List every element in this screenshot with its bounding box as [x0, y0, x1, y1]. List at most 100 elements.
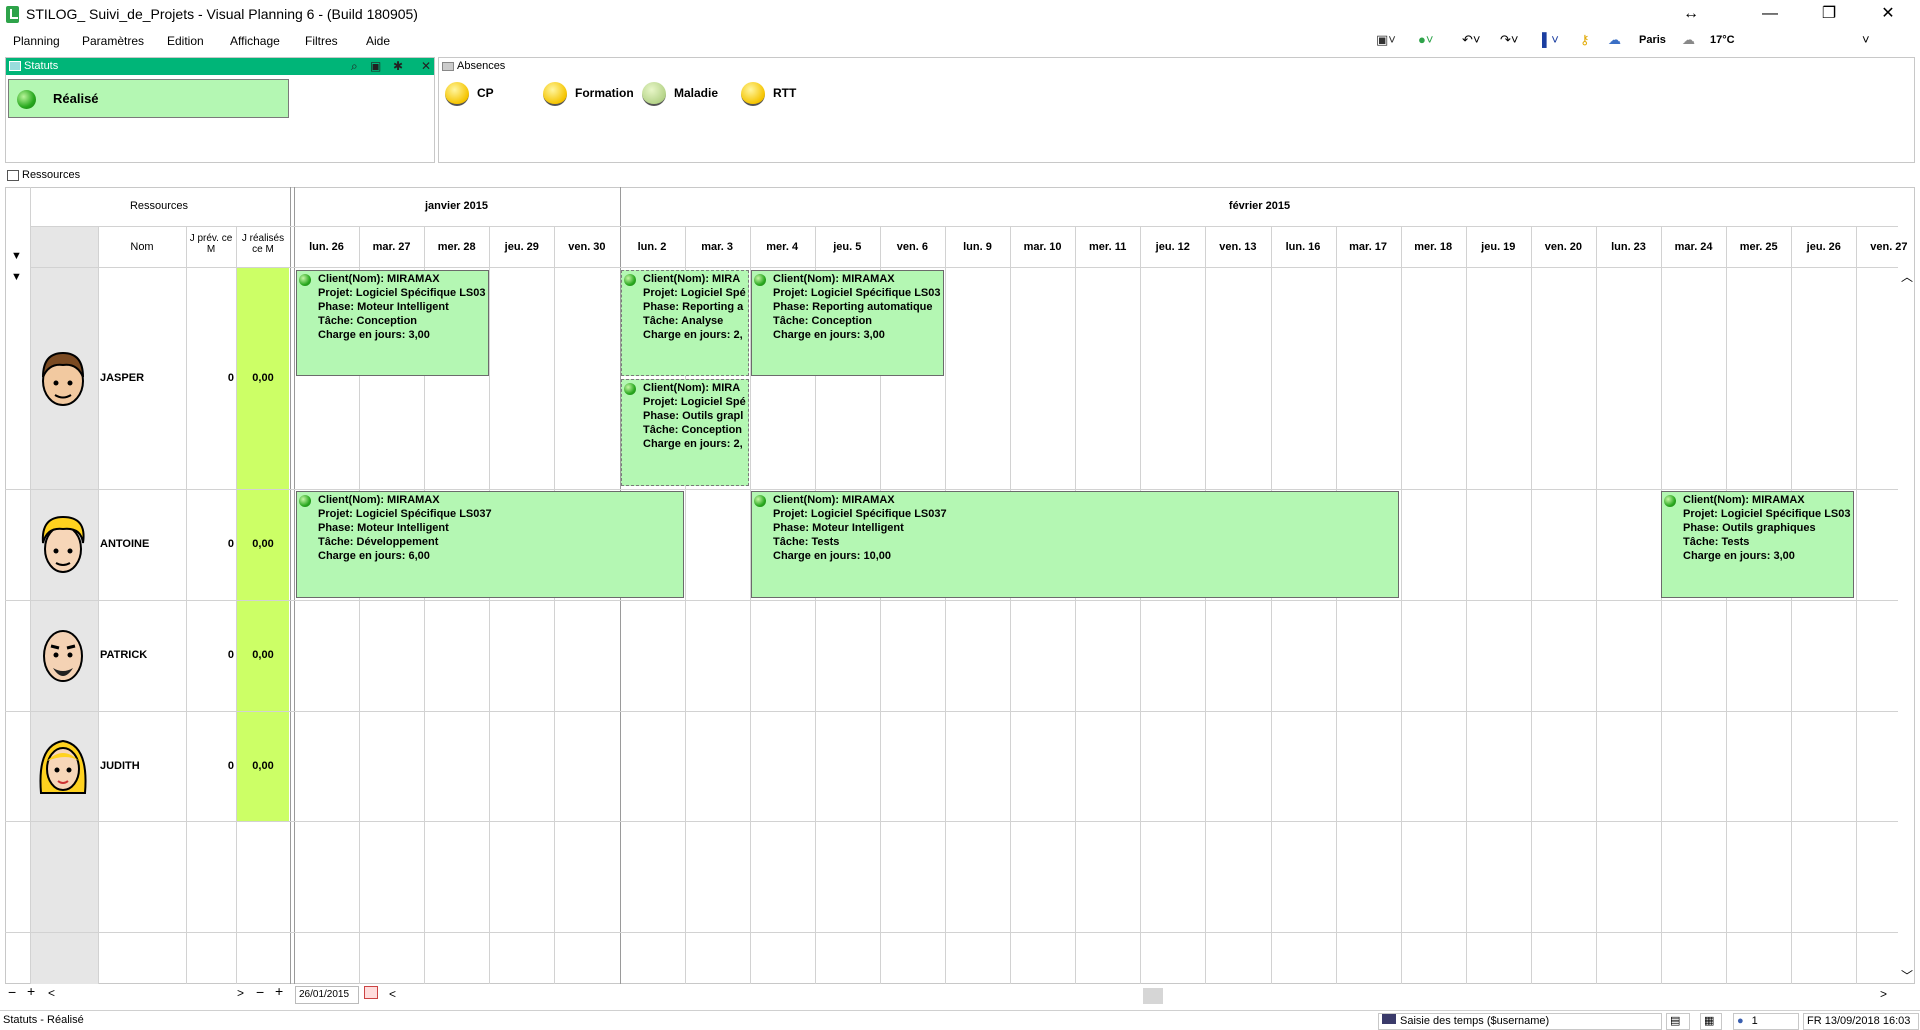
- document-icon[interactable]: ▦: [1700, 1013, 1722, 1030]
- menu-aide[interactable]: Aide: [366, 34, 390, 48]
- day-header: ven. 6: [896, 241, 928, 253]
- scroll-left-icon[interactable]: <: [48, 986, 55, 1000]
- search-icon[interactable]: ⌕: [351, 58, 358, 75]
- scroll-right-icon[interactable]: >: [237, 986, 244, 1000]
- chevron-down-icon[interactable]: ˅: [1862, 31, 1870, 49]
- grid-line: [489, 226, 490, 984]
- task-card[interactable]: Client(Nom): MIRAMAX Projet: Logiciel Sp…: [296, 270, 489, 376]
- absence-formation[interactable]: Formation: [543, 82, 643, 108]
- task-charge: Charge en jours: 3,00: [318, 329, 430, 341]
- month-header: février 2015: [1228, 200, 1291, 212]
- task-phase: Phase: Reporting automatique: [773, 301, 933, 313]
- redo-icon[interactable]: ↷˅: [1500, 31, 1518, 49]
- task-phase: Phase: Moteur Intelligent: [318, 301, 449, 313]
- day-header: lun. 9: [963, 241, 992, 253]
- chat-icon[interactable]: ●˅: [1418, 31, 1433, 49]
- zoom-out-button[interactable]: −: [256, 984, 264, 1000]
- minimize-button[interactable]: —: [1747, 0, 1793, 30]
- status-bar: Statuts - Réalisé Saisie des temps ($use…: [0, 1010, 1920, 1030]
- task-card[interactable]: Client(Nom): MIRAMAX Projet: Logiciel Sp…: [751, 491, 1399, 598]
- filter-arrow-icon[interactable]: ▼: [11, 250, 22, 262]
- grid-line: [1466, 226, 1467, 984]
- display-icon[interactable]: ▣˅: [1376, 31, 1396, 49]
- day-header: jeu. 26: [1806, 241, 1841, 253]
- vertical-scrollbar[interactable]: ︿ ﹀: [1898, 268, 1914, 984]
- day-header: ven. 30: [568, 241, 606, 253]
- pin-icon[interactable]: ✱: [393, 58, 403, 75]
- zoom-in-button[interactable]: +: [275, 983, 283, 999]
- statuts-header: Statuts ⌕ ▣ ✱ ✕: [6, 58, 434, 75]
- task-card[interactable]: Client(Nom): MIRA Projet: Logiciel Spé P…: [621, 270, 749, 376]
- status-realise-label: Réalisé: [53, 91, 99, 106]
- scroll-down-icon[interactable]: ﹀: [1901, 967, 1913, 984]
- absences-header: Absences: [439, 58, 1914, 75]
- avatar: [39, 739, 87, 794]
- menu-parametres[interactable]: Paramètres: [82, 34, 144, 48]
- day-header: lun. 2: [637, 241, 667, 253]
- task-card[interactable]: Client(Nom): MIRAMAX Projet: Logiciel Sp…: [296, 491, 684, 598]
- panel-icon: [9, 61, 21, 71]
- timeline-left-icon[interactable]: <: [389, 987, 396, 1001]
- task-card[interactable]: Client(Nom): MIRA Projet: Logiciel Spé P…: [621, 379, 749, 486]
- temperature-label: 17°C: [1710, 34, 1735, 46]
- menu-planning[interactable]: Planning: [13, 34, 60, 48]
- key-icon[interactable]: ⚷: [1580, 31, 1590, 49]
- task-projet: Projet: Logiciel Spé: [643, 287, 746, 299]
- scroll-up-icon[interactable]: ︿: [1901, 268, 1913, 285]
- users-indicator[interactable]: ● 1: [1733, 1013, 1799, 1030]
- horizontal-scroll-thumb[interactable]: [1143, 988, 1163, 1004]
- timeline-right-icon[interactable]: >: [1880, 987, 1887, 1001]
- date-field[interactable]: 26/01/2015: [295, 986, 359, 1004]
- sick-smiley-icon: [642, 82, 666, 106]
- task-tache: Tâche: Tests: [773, 536, 840, 548]
- task-client: Client(Nom): MIRAMAX: [318, 494, 440, 506]
- resource-name: JASPER: [100, 372, 145, 384]
- calendar-icon[interactable]: [364, 986, 378, 999]
- menu-affichage[interactable]: Affichage: [230, 34, 280, 48]
- resource-prev: 0: [227, 649, 234, 661]
- maximize-button[interactable]: ❐: [1806, 0, 1852, 30]
- menu-edition[interactable]: Edition: [167, 34, 204, 48]
- saisie-temps[interactable]: Saisie des temps ($username): [1378, 1013, 1662, 1030]
- grid-line: [5, 600, 1898, 601]
- grid-line: [554, 226, 555, 984]
- close-button[interactable]: ✕: [1865, 0, 1911, 30]
- task-projet: Projet: Logiciel Spécifique LS037: [773, 508, 947, 520]
- undo-icon[interactable]: ↶˅: [1462, 31, 1480, 49]
- resource-real: 0,00: [252, 760, 274, 772]
- task-projet: Projet: Logiciel Spé: [643, 396, 746, 408]
- task-tache: Tâche: Conception: [773, 315, 873, 327]
- close-panel-icon[interactable]: ✕: [421, 58, 431, 75]
- menu-filtres[interactable]: Filtres: [305, 34, 338, 48]
- status-realise[interactable]: Réalisé: [8, 79, 289, 118]
- screen-icon[interactable]: ▤: [1666, 1013, 1690, 1030]
- collapse-arrow-icon[interactable]: ▼: [11, 271, 22, 283]
- weather-cloud-icon: ☁: [1608, 32, 1621, 47]
- resource-name: JUDITH: [100, 760, 140, 772]
- absence-maladie[interactable]: Maladie: [642, 82, 732, 108]
- avatar: [41, 515, 85, 573]
- status-dot-icon: [624, 383, 636, 395]
- absence-cp[interactable]: CP: [445, 82, 525, 108]
- grid-line: [1596, 226, 1597, 984]
- resize-arrows-icon[interactable]: ↔: [1668, 0, 1714, 30]
- status-dot-icon: [299, 495, 311, 507]
- absence-rtt[interactable]: RTT: [741, 82, 821, 108]
- ressources-tab[interactable]: Ressources: [5, 169, 80, 181]
- monitor-icon[interactable]: ▣: [370, 58, 381, 75]
- task-card[interactable]: Client(Nom): MIRAMAX Projet: Logiciel Sp…: [751, 270, 944, 376]
- zoom-in-left-button[interactable]: +: [27, 983, 35, 999]
- day-header: jeu. 29: [504, 241, 539, 253]
- window-title: STILOG_ Suivi_de_Projets - Visual Planni…: [26, 6, 418, 22]
- task-card[interactable]: Client(Nom): MIRAMAX Projet: Logiciel Sp…: [1661, 491, 1854, 598]
- grid-line: [1271, 226, 1272, 984]
- day-header: lun. 26: [309, 241, 344, 253]
- zoom-out-left-button[interactable]: −: [8, 984, 16, 1000]
- status-dot-icon: [1664, 495, 1676, 507]
- task-tache: Tâche: Développement: [318, 536, 439, 548]
- day-header: mer. 25: [1739, 241, 1778, 253]
- resource-real: 0,00: [252, 538, 274, 550]
- day-header: lun. 16: [1285, 241, 1321, 253]
- task-phase: Phase: Outils grapl: [643, 410, 744, 422]
- flag-icon[interactable]: ▌˅: [1542, 31, 1559, 49]
